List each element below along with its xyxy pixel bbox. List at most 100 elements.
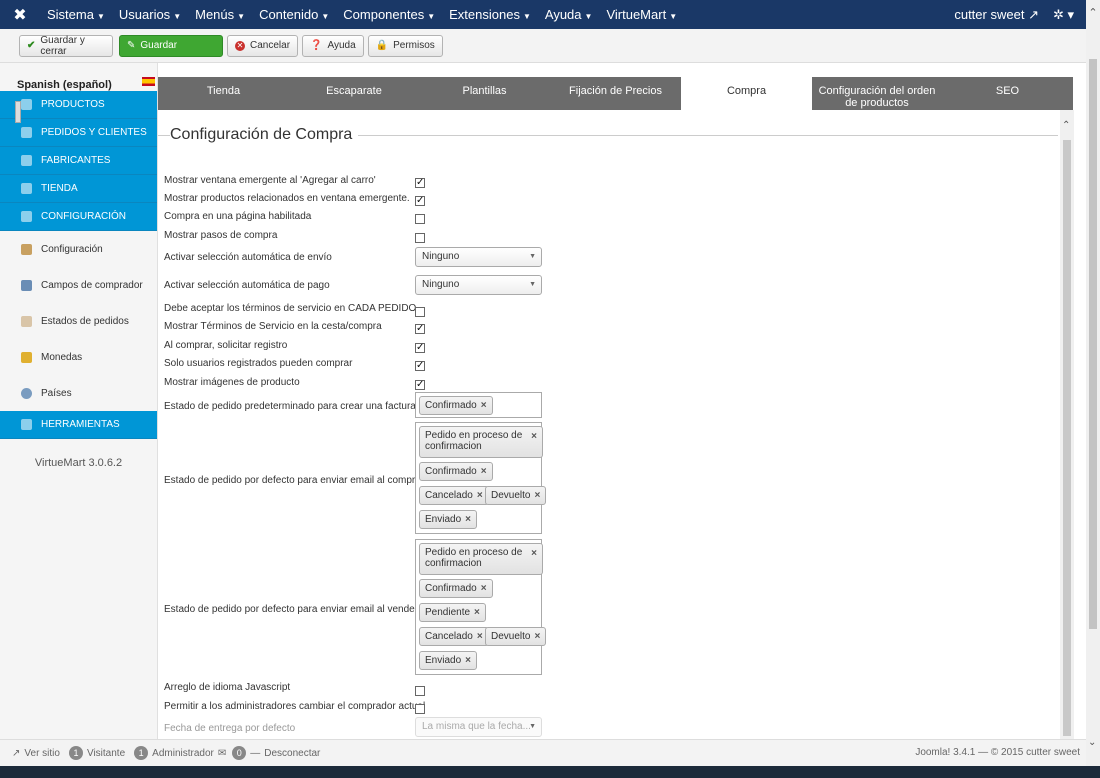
minus-icon: — [250, 747, 261, 759]
sidebar-collapse-handle[interactable] [15, 101, 21, 123]
sidebar-item-productos[interactable]: PRODUCTOS [0, 91, 157, 119]
user-name: cutter sweet [954, 6, 1025, 22]
logout-link[interactable]: Desconectar [264, 748, 320, 759]
menu-ayuda[interactable]: Ayuda ▼ [538, 7, 600, 22]
admin-change-shopper-checkbox[interactable] [415, 704, 425, 714]
messages-count-badge[interactable]: 0 [232, 746, 247, 760]
show-checkout-steps-checkbox[interactable] [415, 233, 425, 243]
remove-icon[interactable]: × [481, 400, 487, 411]
coins-icon [21, 351, 32, 363]
one-page-checkout-checkbox[interactable] [415, 214, 425, 224]
menu-sistema[interactable]: Sistema ▼ [40, 7, 112, 22]
menu-contenido[interactable]: Contenido ▼ [252, 7, 336, 22]
sidebar-item-pedidos[interactable]: PEDIDOS Y CLIENTES [0, 119, 157, 147]
sidebar-item-label: Monedas [41, 351, 83, 363]
window-scrollbar[interactable]: ⌄ [1086, 29, 1100, 766]
scroll-down-icon[interactable]: ⌄ [1088, 737, 1096, 748]
section-title: Configuración de Compra [170, 126, 359, 144]
remove-icon[interactable]: × [465, 514, 471, 525]
tab-compra[interactable]: Compra [681, 77, 812, 110]
scrollbar-thumb[interactable] [1089, 59, 1097, 629]
status-chip: Cancelado × [419, 486, 489, 505]
permissions-button[interactable]: 🔒 Permisos [367, 34, 443, 57]
cancel-button[interactable]: ✕ Cancelar [227, 34, 299, 57]
select-label: Activar selección automática de pago [164, 280, 330, 291]
sidebar-subitem-monedas[interactable]: Monedas [0, 339, 157, 375]
js-language-fix-checkbox[interactable] [415, 686, 425, 696]
remove-icon[interactable]: × [534, 490, 540, 501]
sidebar-subitem-paises[interactable]: Países [0, 375, 157, 411]
remove-icon[interactable]: × [481, 583, 487, 594]
button-label: Permisos [393, 40, 435, 51]
delivery-date-select[interactable]: La misma que la fecha... ▼ [415, 717, 542, 737]
spain-flag-icon [142, 77, 155, 86]
chevron-down-icon: ▼ [529, 723, 536, 730]
show-tos-checkbox[interactable]: ✓ [415, 324, 425, 334]
show-product-images-checkbox[interactable]: ✓ [415, 380, 425, 390]
content-scrollbar[interactable]: ⌃ [1060, 110, 1074, 739]
menu-componentes[interactable]: Componentes ▼ [336, 7, 442, 22]
help-button[interactable]: ❓ Ayuda [302, 34, 364, 57]
menu-menus[interactable]: Menús ▼ [188, 7, 252, 22]
scroll-up-icon[interactable]: ⌃ [1086, 0, 1100, 29]
sidebar-item-configuracion[interactable]: CONFIGURACIÓN [0, 203, 157, 231]
remove-icon[interactable]: × [481, 466, 487, 477]
messages-icon: ✉ [217, 747, 227, 759]
status-chip: Confirmado × [419, 579, 493, 598]
remove-icon[interactable]: × [477, 631, 483, 642]
remove-icon[interactable]: × [531, 548, 537, 559]
remove-icon[interactable]: × [534, 631, 540, 642]
select-value: La misma que la fecha... [422, 721, 531, 732]
registered-only-checkbox[interactable]: ✓ [415, 361, 425, 371]
tab-fijacion-precios[interactable]: Fijación de Precios [550, 77, 681, 110]
products-icon [21, 99, 32, 110]
save-close-button[interactable]: ✔ Guardar y cerrar [19, 34, 113, 57]
menu-extensiones[interactable]: Extensiones ▼ [442, 7, 538, 22]
multiselect-label: Estado de pedido predeterminado para cre… [164, 401, 416, 412]
ask-registration-checkbox[interactable]: ✓ [415, 343, 425, 353]
popup-add-cart-checkbox[interactable]: ✓ [415, 178, 425, 188]
menu-virtuemart[interactable]: VirtueMart ▼ [599, 7, 684, 22]
sidebar-subitem-estados-pedidos[interactable]: Estados de pedidos [0, 303, 157, 339]
sidebar-subitem-campos-comprador[interactable]: Campos de comprador [0, 267, 157, 303]
related-products-checkbox[interactable]: ✓ [415, 196, 425, 206]
view-site-link[interactable]: Ver sitio [24, 748, 60, 759]
user-link[interactable]: cutter sweet ↗ [954, 7, 1039, 23]
scroll-up-icon[interactable]: ⌃ [1062, 120, 1070, 131]
tab-tienda[interactable]: Tienda [158, 77, 289, 110]
tab-seo[interactable]: SEO [942, 77, 1073, 110]
menu-usuarios[interactable]: Usuarios ▼ [112, 7, 188, 22]
sidebar-item-label: CONFIGURACIÓN [41, 211, 126, 222]
email-vendor-multiselect[interactable]: Pedido en proceso de confirmacion × Confi… [415, 539, 547, 675]
select-label: Activar selección automática de envío [164, 252, 332, 263]
sidebar-item-tienda[interactable]: TIENDA [0, 175, 157, 203]
email-shopper-multiselect[interactable]: Pedido en proceso de confirmacion × Confi… [415, 422, 547, 534]
tab-plantillas[interactable]: Plantillas [419, 77, 550, 110]
status-chip: Devuelto × [485, 627, 547, 646]
navbar-right: cutter sweet ↗ ✲ ▾ [954, 0, 1074, 29]
language-selector[interactable]: Spanish (español) [0, 63, 157, 91]
cancel-icon: ✕ [235, 40, 245, 51]
remove-icon[interactable]: × [474, 607, 480, 618]
tab-orden-productos[interactable]: Configuración del orden de productos [812, 77, 942, 110]
sidebar-item-label: Campos de comprador [41, 279, 143, 291]
chip-label: Confirmado [425, 466, 477, 477]
remove-icon[interactable]: × [531, 431, 537, 442]
fields-icon [21, 279, 32, 291]
checkbox-label: Mostrar pasos de compra [164, 230, 278, 241]
auto-payment-select[interactable]: Ninguno ▼ [415, 275, 542, 295]
settings-gear-icon[interactable]: ✲ ▾ [1053, 7, 1074, 23]
status-chip: Pendiente × [419, 603, 486, 622]
remove-icon[interactable]: × [477, 490, 483, 501]
remove-icon[interactable]: × [465, 655, 471, 666]
sidebar-item-fabricantes[interactable]: FABRICANTES [0, 147, 157, 175]
auto-shipment-select[interactable]: Ninguno ▼ [415, 247, 542, 267]
tab-escaparate[interactable]: Escaparate [289, 77, 419, 110]
joomla-logo-icon[interactable]: ✖ [0, 5, 40, 25]
sidebar-item-herramientas[interactable]: HERRAMIENTAS [0, 411, 157, 439]
invoice-status-multiselect[interactable]: Confirmado × [415, 392, 542, 418]
scrollbar-thumb[interactable] [1063, 140, 1071, 736]
save-button[interactable]: ✎ Guardar [119, 34, 223, 57]
accept-tos-checkbox[interactable] [415, 307, 425, 317]
sidebar-subitem-configuracion[interactable]: Configuración [0, 231, 157, 267]
